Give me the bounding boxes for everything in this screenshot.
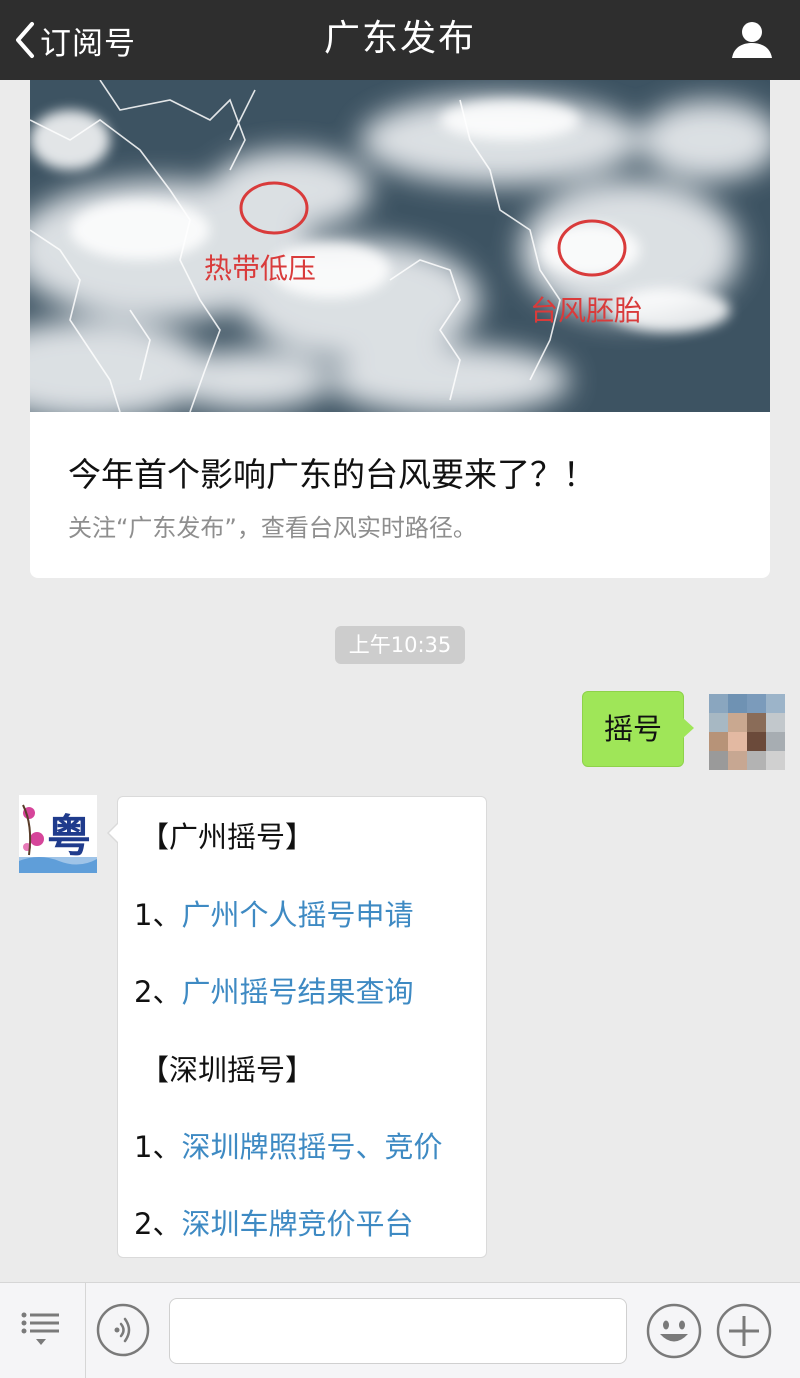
- message-timestamp: 上午10:35: [335, 626, 465, 664]
- plus-icon: [716, 1303, 772, 1359]
- sent-bubble-tail: [683, 718, 694, 738]
- shenzhen-section-heading: 【深圳摇号】: [140, 1047, 314, 1089]
- section-heading-text: 【深圳摇号】: [140, 1053, 315, 1087]
- input-bar: [0, 1282, 800, 1378]
- official-account-avatar[interactable]: 粤: [19, 795, 97, 873]
- menu-list-icon: [21, 1312, 59, 1345]
- shenzhen-bidding-link[interactable]: 深圳车牌竞价平台: [181, 1207, 413, 1241]
- chevron-left-icon: [16, 22, 34, 58]
- section-heading-text: 【广州摇号】: [140, 820, 315, 854]
- voice-icon: [96, 1303, 150, 1357]
- menu-item-guangzhou-results: 2、广州摇号结果查询: [134, 969, 413, 1011]
- voice-input-button[interactable]: [96, 1303, 150, 1357]
- menu-item-number: 2、: [134, 975, 182, 1009]
- menu-item-shenzhen-bidding: 2、深圳车牌竞价平台: [134, 1201, 413, 1243]
- user-icon: [732, 22, 772, 58]
- message-input[interactable]: [169, 1298, 627, 1364]
- satellite-cloud-image: 热带低压 台风胚胎: [30, 80, 770, 412]
- emoji-icon: [646, 1303, 702, 1359]
- sent-message-bubble[interactable]: 摇号: [582, 691, 684, 767]
- menu-item-guangzhou-apply: 1、广州个人摇号申请: [134, 892, 413, 934]
- guangzhou-results-link[interactable]: 广州摇号结果查询: [181, 975, 413, 1009]
- emoji-button[interactable]: [646, 1303, 702, 1359]
- menu-item-number: 2、: [134, 1207, 182, 1241]
- more-functions-button[interactable]: [716, 1303, 772, 1359]
- menu-toggle-button[interactable]: [0, 1283, 86, 1378]
- shenzhen-lottery-link[interactable]: 深圳牌照摇号、竞价: [181, 1130, 442, 1164]
- back-button-label: 订阅号: [40, 25, 136, 62]
- received-message-bubble: [117, 796, 487, 1258]
- article-card[interactable]: 热带低压 台风胚胎 今年首个影响广东的台风要来了？！ 关注“广东发布”，查看台风…: [30, 80, 770, 578]
- top-nav-bar: 订阅号 广东发布: [0, 0, 800, 80]
- article-description: 关注“广东发布”，查看台风实时路径。: [68, 514, 477, 542]
- tropical-depression-label: 热带低压: [204, 253, 316, 285]
- avatar-logo-glyph: 粤: [47, 812, 91, 861]
- menu-item-number: 1、: [134, 898, 182, 932]
- received-bubble-tail: [109, 823, 119, 843]
- menu-item-shenzhen-lottery: 1、深圳牌照摇号、竞价: [134, 1124, 442, 1166]
- back-button[interactable]: 订阅号: [14, 14, 136, 66]
- menu-item-number: 1、: [134, 1130, 182, 1164]
- user-avatar[interactable]: [709, 694, 785, 770]
- profile-button[interactable]: [730, 18, 774, 62]
- guangzhou-section-heading: 【广州摇号】: [140, 814, 314, 856]
- article-title: 今年首个影响广东的台风要来了？！: [68, 455, 596, 494]
- typhoon-embryo-label: 台风胚胎: [530, 295, 642, 327]
- guangzhou-apply-link[interactable]: 广州个人摇号申请: [181, 898, 413, 932]
